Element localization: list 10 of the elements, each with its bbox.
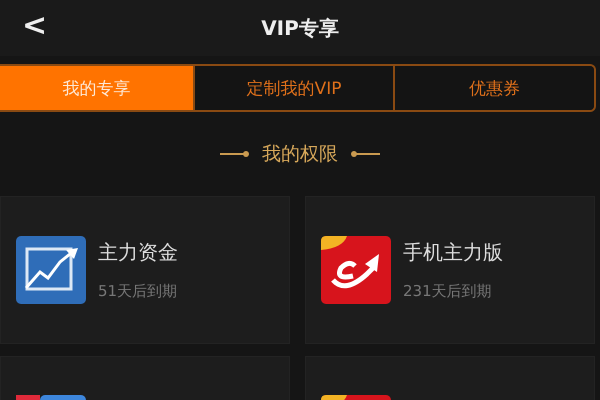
- expiry-text: 231天后到期: [403, 282, 493, 301]
- tab[interactable]: 优惠券: [393, 66, 594, 110]
- privilege-card[interactable]: 手机主力版 231天后到期: [305, 196, 595, 344]
- privilege-card[interactable]: 主力资金 51天后到期: [0, 196, 290, 344]
- privilege-name: 主力资金: [98, 239, 178, 266]
- back-button[interactable]: <: [22, 8, 48, 44]
- page-title: VIP专享: [261, 14, 339, 42]
- expiry-text: 51天后到期: [98, 282, 178, 301]
- section-title: 我的权限: [262, 142, 338, 167]
- privilege-name: 手机主力版: [403, 239, 503, 266]
